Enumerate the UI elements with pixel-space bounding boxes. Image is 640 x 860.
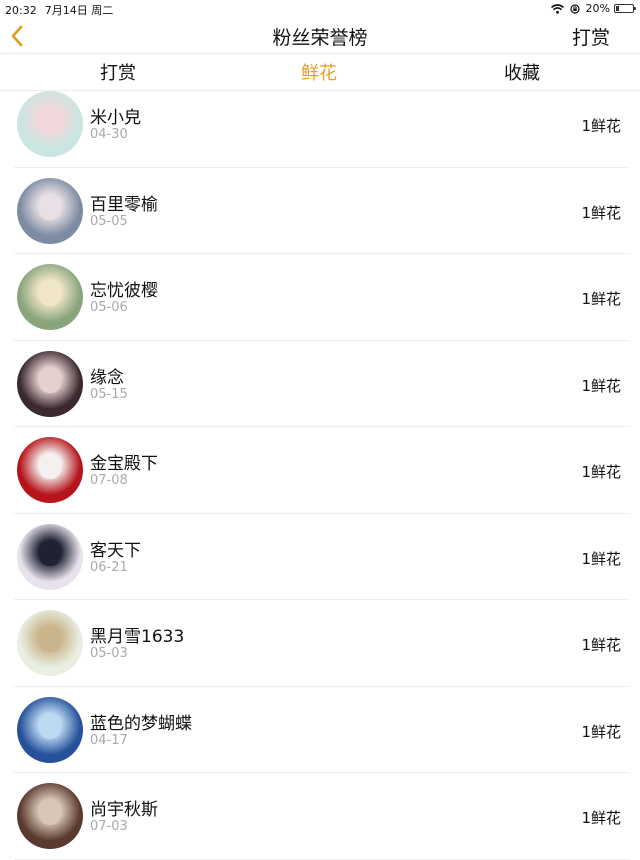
- avatar[interactable]: [17, 696, 83, 763]
- avatar[interactable]: [17, 264, 83, 330]
- fan-date: 07-03: [90, 819, 128, 834]
- avatar[interactable]: [17, 177, 83, 244]
- fan-date: 04-17: [90, 732, 128, 748]
- page-title: 粉丝荣誉榜: [272, 27, 368, 49]
- reward-button[interactable]: 打赏: [572, 23, 610, 50]
- avatar[interactable]: [17, 783, 83, 849]
- avatar-face: [39, 714, 61, 739]
- fan-gift-count: 1鲜花: [581, 463, 621, 481]
- fan-gift-count: 1鲜花: [581, 290, 621, 308]
- fan-date: 05-03: [90, 646, 128, 661]
- fan-name: 忘忧彼樱: [90, 281, 158, 301]
- wifi-icon: [550, 3, 564, 14]
- fan-gift-count: 1鲜花: [581, 117, 621, 135]
- fan-date: 07-08: [90, 473, 128, 488]
- fan-name: 黑月雪1633: [90, 627, 185, 647]
- fan-date: 05-05: [90, 213, 128, 229]
- battery-fill: [616, 6, 619, 11]
- fan-date: 05-15: [90, 386, 128, 402]
- avatar-face: [39, 455, 61, 479]
- fan-row[interactable]: 缘念 05-15 1鲜花: [14, 341, 630, 427]
- avatar-face: [39, 282, 61, 306]
- avatar-face: [39, 368, 61, 393]
- fan-gift-count: 1鲜花: [581, 809, 621, 827]
- fan-name: 客天下: [90, 540, 141, 561]
- fan-name: 金宝殿下: [90, 454, 158, 474]
- fan-row[interactable]: 尚宇秋斯 07-03 1鲜花: [14, 773, 630, 860]
- rotation-lock-icon: [569, 3, 580, 14]
- fan-gift-count: 1鲜花: [581, 376, 621, 395]
- fan-gift-count: 1鲜花: [581, 549, 621, 568]
- avatar-face: [39, 541, 61, 566]
- fan-row[interactable]: 客天下 06-21 1鲜花: [14, 514, 630, 600]
- fan-list: 米小皃 04-30 1鲜花 百里零榆 05-05 1鲜花 忘忧彼樱 05-06 …: [0, 81, 640, 860]
- fan-name: 蓝色的梦蝴蝶: [90, 713, 192, 734]
- fan-date: 05-06: [90, 300, 128, 315]
- nav-bar: 粉丝荣誉榜 打赏: [0, 18, 640, 54]
- fan-row[interactable]: 蓝色的梦蝴蝶 04-17 1鲜花: [14, 687, 630, 773]
- avatar-face: [39, 195, 61, 220]
- avatar-face: [39, 109, 61, 133]
- avatar[interactable]: [17, 437, 83, 503]
- battery-percent: 20%: [585, 2, 610, 15]
- fan-gift-count: 1鲜花: [581, 636, 621, 654]
- fan-row[interactable]: 米小皃 04-30 1鲜花: [14, 81, 630, 168]
- fan-name: 尚宇秋斯: [90, 800, 158, 820]
- avatar-face: [39, 801, 61, 825]
- fan-name: 缘念: [90, 367, 124, 388]
- avatar-face: [39, 628, 61, 652]
- fan-row[interactable]: 忘忧彼樱 05-06 1鲜花: [14, 254, 630, 341]
- avatar[interactable]: [17, 350, 83, 417]
- fan-row[interactable]: 黑月雪1633 05-03 1鲜花: [14, 600, 630, 687]
- fan-name: 百里零榆: [90, 194, 158, 215]
- fan-name: 米小皃: [90, 108, 141, 128]
- battery-icon: [614, 4, 636, 13]
- fan-row[interactable]: 百里零榆 05-05 1鲜花: [14, 168, 630, 254]
- fan-row[interactable]: 金宝殿下 07-08 1鲜花: [14, 427, 630, 514]
- avatar[interactable]: [17, 91, 83, 157]
- fan-gift-count: 1鲜花: [581, 722, 621, 741]
- status-date: 7月14日 周二: [44, 4, 114, 17]
- fan-date: 06-21: [90, 559, 128, 575]
- avatar[interactable]: [17, 610, 83, 676]
- status-time: 20:32: [5, 4, 37, 17]
- status-right: 20%: [550, 2, 636, 15]
- avatar[interactable]: [17, 523, 83, 590]
- fan-gift-count: 1鲜花: [581, 203, 621, 222]
- status-left: 20:32 7月14日 周二: [5, 2, 113, 18]
- status-bar: 20:32 7月14日 周二 20%: [0, 0, 640, 18]
- fan-date: 04-30: [90, 127, 128, 142]
